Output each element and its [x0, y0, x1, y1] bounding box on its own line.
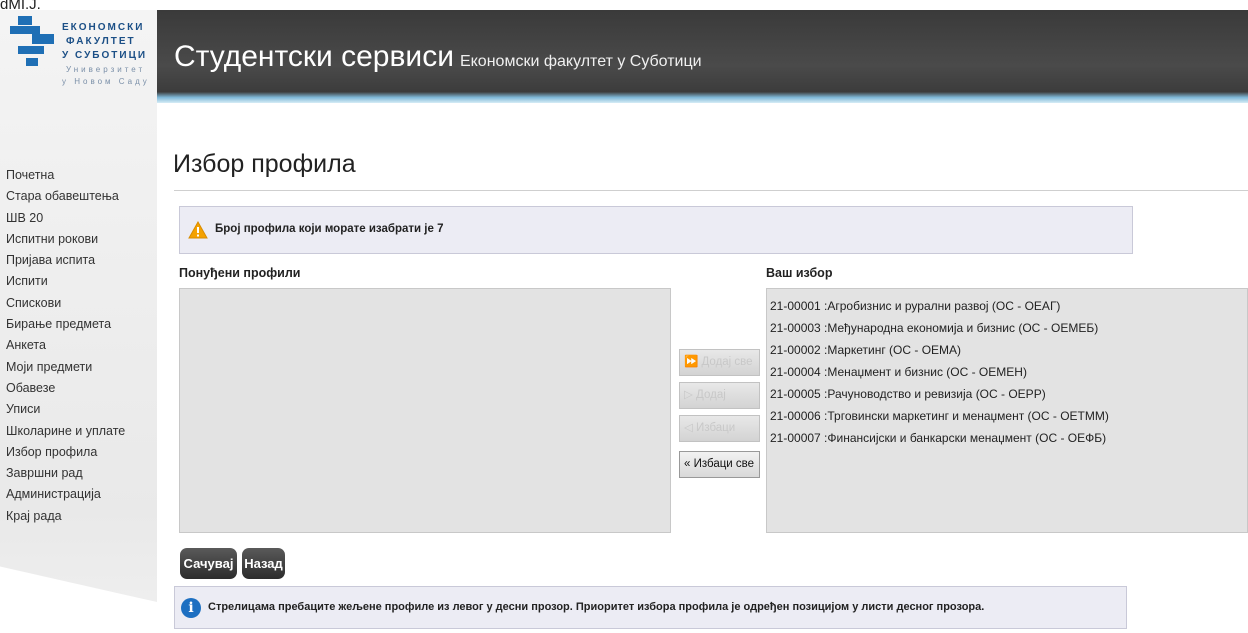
back-button[interactable]: Назад	[242, 548, 285, 579]
page-title: Избор профила	[173, 150, 356, 178]
nav-item-home[interactable]: Почетна	[6, 165, 125, 186]
list-item[interactable]: 21-00001 :Агробизнис и рурални развој (О…	[767, 295, 1247, 317]
nav-item-my-courses[interactable]: Моји предмети	[6, 357, 125, 378]
title-divider	[174, 190, 1248, 191]
offered-profiles-label: Понуђени профили	[179, 266, 301, 280]
nav-item-profile-selection[interactable]: Избор профила	[6, 442, 125, 463]
nav-item-survey[interactable]: Анкета	[6, 335, 125, 356]
info-text: Стрелицама пребаците жељене профиле из л…	[208, 601, 985, 613]
arrow-left-icon: ◁	[684, 422, 697, 434]
header-banner: Студентски сервиси Економски факултет у С…	[157, 10, 1248, 103]
info-icon: i	[181, 598, 201, 618]
remove-label: Избаци	[696, 422, 736, 434]
nav-item-course-selection[interactable]: Бирање предмета	[6, 314, 125, 335]
list-item[interactable]: 21-00003 :Међународна економија и бизнис…	[767, 317, 1247, 339]
nav-item-lists[interactable]: Спискови	[6, 293, 125, 314]
your-selection-label: Ваш избор	[766, 266, 833, 280]
add-button[interactable]: ▷ Додај	[679, 382, 760, 409]
nav-item-logout[interactable]: Крај рада	[6, 506, 125, 527]
nav-item-tuition[interactable]: Школарине и уплате	[6, 421, 125, 442]
save-button[interactable]: Сачувај	[180, 548, 237, 579]
logo-line2: ФАКУЛТЕТ	[66, 36, 136, 47]
nav-item-exam-registration[interactable]: Пријава испита	[6, 250, 125, 271]
alert-text: Број профила који морате изабрати је 7	[215, 223, 444, 235]
add-all-label: Додај све	[701, 356, 753, 368]
info-box: i Стрелицама пребаците жељене профиле из…	[174, 586, 1127, 629]
sidebar-nav: Почетна Стара обавештења ШВ 20 Испитни р…	[6, 165, 125, 527]
nav-item-final-thesis[interactable]: Завршни рад	[6, 463, 125, 484]
your-selection-list[interactable]: 21-00001 :Агробизнис и рурални развој (О…	[766, 288, 1248, 533]
list-item[interactable]: 21-00006 :Трговински маркетинг и менаџме…	[767, 405, 1247, 427]
logo-line4: Универзитет	[66, 65, 146, 74]
list-item[interactable]: 21-00007 :Финансијски и банкарски менаџм…	[767, 427, 1247, 449]
remove-button[interactable]: ◁ Избаци	[679, 415, 760, 442]
logo-line1: ЕКОНОМСКИ	[62, 22, 145, 33]
logo-line5: у Новом Саду	[62, 77, 150, 86]
nav-item-exams[interactable]: Испити	[6, 271, 125, 292]
app-title: Студентски сервиси Економски факултет у С…	[174, 40, 702, 74]
nav-item-exam-periods[interactable]: Испитни рокови	[6, 229, 125, 250]
nav-item-shv20[interactable]: ШВ 20	[6, 208, 125, 229]
add-all-icon: ⏩	[684, 356, 702, 368]
app-subtitle: Економски факултет у Суботици	[459, 53, 702, 70]
nav-item-administration[interactable]: Администрација	[6, 484, 125, 505]
list-item[interactable]: 21-00005 :Рачуноводство и ревизија (ОС -…	[767, 383, 1247, 405]
app-title-text: Студентски сервиси	[174, 40, 454, 73]
top-cut-text: dMI.J.	[0, 0, 41, 10]
list-item[interactable]: 21-00002 :Маркетинг (ОС - ОЕМА)	[767, 339, 1247, 361]
alert-box: Број профила који морате изабрати је 7	[179, 206, 1133, 254]
nav-item-obligations[interactable]: Обавезе	[6, 378, 125, 399]
logo-line3: У СУБОТИЦИ	[62, 50, 148, 61]
remove-all-button[interactable]: « Избаци све	[679, 451, 760, 478]
arrow-right-icon: ▷	[684, 389, 697, 401]
offered-profiles-list[interactable]	[179, 288, 671, 533]
nav-item-old-notices[interactable]: Стара обавештења	[6, 186, 125, 207]
add-all-button[interactable]: ⏩ Додај све	[679, 349, 760, 376]
add-label: Додај	[696, 389, 726, 401]
nav-item-enrollments[interactable]: Уписи	[6, 399, 125, 420]
list-item[interactable]: 21-00004 :Менаџмент и бизнис (ОС - ОЕМЕН…	[767, 361, 1247, 383]
warning-icon	[188, 221, 208, 239]
faculty-logo: ЕКОНОМСКИ ФАКУЛТЕТ У СУБОТИЦИ Универзите…	[10, 14, 155, 104]
